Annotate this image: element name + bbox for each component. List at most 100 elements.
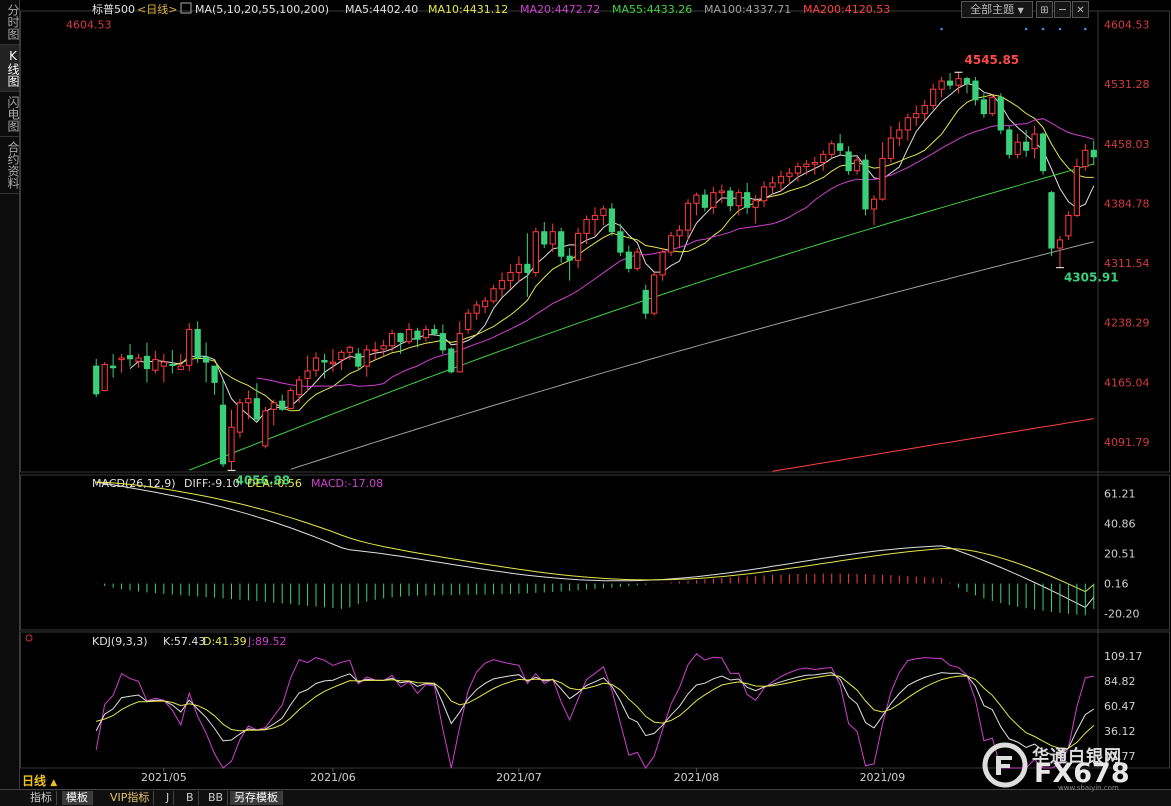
macd-dea-line: [96, 481, 1095, 593]
candle-body-72: [701, 194, 709, 208]
grid-icon: ⊞: [1040, 5, 1049, 16]
candle-body-16: [228, 426, 235, 462]
candle-body-15: [219, 404, 227, 465]
candle-body-50: [515, 263, 523, 273]
caret-up-icon: ▲: [50, 778, 58, 788]
candle-body-118: [1090, 149, 1097, 158]
candle-body-46: [481, 300, 489, 308]
header-symbol: 标普500: [92, 2, 135, 16]
sidebar-tab-3[interactable]: 合约资料: [0, 137, 20, 194]
candle-body-31: [355, 353, 362, 367]
event-marker-3: [1058, 27, 1062, 31]
sidebar-tab-2[interactable]: 闪电图: [0, 92, 20, 137]
candle-body-85: [811, 162, 818, 165]
kdj-tick-3: 36.12: [1104, 725, 1136, 738]
bottom-tab-3[interactable]: J: [162, 791, 175, 805]
candle-body-114: [1056, 239, 1064, 249]
bottom-tab-6[interactable]: 另存模板: [230, 791, 283, 805]
header-ma-value-5: MA200:4120.53: [803, 3, 890, 16]
candle-body-87: [828, 143, 835, 155]
candle-body-82: [786, 172, 793, 177]
candle-body-33: [372, 349, 379, 352]
macd-tick-2: 20.51: [1104, 548, 1136, 561]
candle-body-37: [405, 328, 413, 343]
candle-body-116: [1073, 166, 1080, 216]
candle-body-73: [710, 192, 717, 208]
kdj-k-line: [95, 672, 1095, 756]
pane-frame-0: [20, 10, 1170, 473]
candle-body-89: [845, 151, 852, 172]
candle-body-70: [684, 202, 692, 231]
candle-body-117: [1082, 149, 1089, 168]
ma100-line: [290, 241, 1094, 470]
price-tick-5: 4238.29: [1104, 317, 1150, 330]
candle-body-104: [972, 80, 979, 101]
candle-body-65: [642, 289, 649, 314]
price-tick-4: 4311.54: [1104, 257, 1150, 270]
theme-select[interactable]: 全部主题 ▼: [961, 1, 1033, 18]
price-tick-left-top: 4604.53: [66, 18, 112, 31]
price-chart: 4604.53 4531.28 4458.03 4384.78 4311.54 4238.…: [20, 2, 1170, 784]
sidebar-tab-0[interactable]: 分时图: [0, 0, 20, 45]
candle-body-97: [913, 113, 920, 119]
candle-body-76: [735, 192, 742, 207]
bottom-tab-2[interactable]: VIP指标: [106, 791, 155, 805]
candle-body-13: [203, 356, 210, 363]
close-button[interactable]: ✕: [1072, 1, 1089, 18]
minimize-button[interactable]: −: [1054, 1, 1071, 18]
price-tick-6: 4165.04: [1104, 376, 1150, 389]
kdj-k: K:57.43: [163, 635, 205, 648]
candle-body-9: [169, 363, 176, 366]
minus-icon: −: [1057, 3, 1068, 16]
macd-tick-4: -20.20: [1104, 608, 1139, 621]
candle-body-62: [617, 231, 624, 253]
candle-body-45: [473, 304, 480, 314]
candle-body-113: [1048, 192, 1055, 249]
kdj-tick-1: 84.82: [1104, 675, 1136, 688]
date-label-3: 2021/08: [674, 771, 720, 784]
candle-body-20: [262, 410, 269, 447]
macd-tick-0: 61.21: [1104, 488, 1136, 501]
candle-body-34: [380, 345, 387, 350]
candle-body-115: [1065, 214, 1072, 237]
ma10-line: [172, 94, 1094, 412]
candle-body-32: [363, 349, 370, 367]
bottom-tab-1[interactable]: 模板: [62, 791, 93, 805]
candle-body-0: [93, 365, 100, 395]
kdj-d-line: [96, 674, 1095, 749]
macd-tick-1: 40.86: [1104, 518, 1136, 531]
kdj-params: KDJ(9,3,3): [92, 635, 148, 648]
period-label: 日线: [22, 774, 47, 788]
candle-body-25: [304, 370, 311, 379]
kdj-j: J:89.52: [247, 635, 286, 648]
date-label-4: 2021/09: [860, 771, 906, 784]
bottom-tab-5[interactable]: BB: [204, 791, 229, 805]
candle-body-24: [295, 379, 303, 396]
candle-body-93: [879, 157, 886, 200]
candle-body-36: [397, 333, 404, 343]
candle-body-10: [177, 365, 184, 370]
sidebar-tab-1[interactable]: K线图: [0, 45, 20, 92]
candle-body-86: [820, 153, 827, 164]
kdj-settings-icon: [25, 634, 33, 642]
candle-body-110: [1023, 141, 1030, 151]
period-selector[interactable]: 日线 ▲: [22, 772, 57, 789]
candle-body-58: [583, 219, 590, 234]
header-ma-value-0: MA5:4402.40: [345, 3, 418, 16]
candle-body-92: [870, 198, 878, 210]
candle-body-94: [887, 137, 895, 159]
candle-body-44: [465, 312, 472, 330]
grid-view-button[interactable]: ⊞: [1036, 1, 1053, 18]
bottom-tab-0[interactable]: 指标: [26, 791, 57, 805]
bottom-tab-4[interactable]: B: [182, 791, 199, 805]
candle-body-30: [346, 346, 353, 353]
pane-frame-1: [20, 474, 1170, 631]
kdj-j-line: [95, 653, 1094, 769]
candle-body-100: [938, 80, 945, 90]
candle-body-101: [946, 80, 954, 86]
header-ma-value-4: MA100:4337.71: [704, 3, 791, 16]
candle-body-74: [718, 190, 725, 194]
candle-body-59: [591, 214, 599, 221]
price-tick-2: 4458.03: [1104, 138, 1150, 151]
candle-body-53: [541, 231, 548, 245]
